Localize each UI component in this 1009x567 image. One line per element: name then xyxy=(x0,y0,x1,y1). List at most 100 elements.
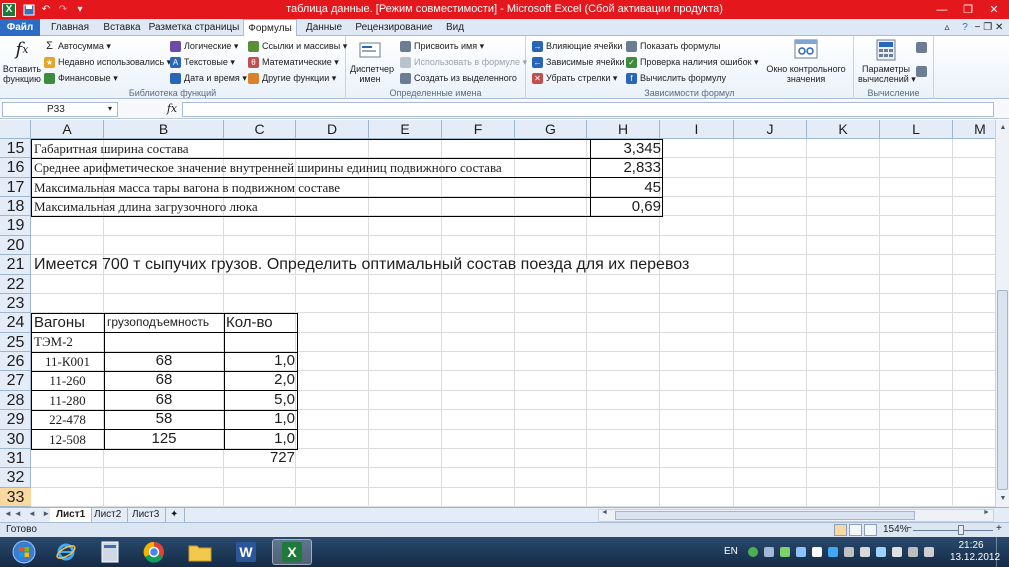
create-from-selection-button[interactable]: Создать из выделенного xyxy=(400,71,517,85)
tab-file[interactable]: Файл xyxy=(0,19,40,36)
define-name-button[interactable]: Присвоить имя ▾ xyxy=(400,39,484,53)
recent-functions-button[interactable]: ★ Недавно использовались ▾ xyxy=(44,55,171,69)
volume-icon[interactable] xyxy=(924,547,934,557)
network-icon[interactable] xyxy=(876,547,886,557)
row-header[interactable]: 21 xyxy=(0,255,31,275)
row-header[interactable]: 24 xyxy=(0,313,31,333)
column-header[interactable]: F xyxy=(442,120,515,139)
battery-icon[interactable] xyxy=(892,547,902,557)
trace-precedents-button[interactable]: → Влияющие ячейки xyxy=(532,39,622,53)
column-header[interactable]: J xyxy=(734,120,807,139)
tab-view[interactable]: Вид xyxy=(440,19,470,36)
cell-grid[interactable]: Габаритная ширина состава 3,345 Среднее … xyxy=(31,139,995,507)
financial-functions-button[interactable]: Финансовые ▾ xyxy=(44,71,118,85)
scroll-right-icon[interactable]: ► xyxy=(983,509,990,516)
page-break-view-icon[interactable] xyxy=(864,524,877,536)
close-icon[interactable]: ✕ xyxy=(981,1,1007,18)
other-functions-button[interactable]: Другие функции ▾ xyxy=(248,71,336,85)
tab-formulas[interactable]: Формулы xyxy=(243,19,297,37)
language-indicator[interactable]: EN xyxy=(724,546,738,557)
horizontal-scroll-thumb[interactable] xyxy=(615,511,915,520)
tray-app-icon[interactable] xyxy=(812,547,822,557)
row-header[interactable]: 23 xyxy=(0,294,31,313)
row-header[interactable]: 15 xyxy=(0,139,31,158)
row-header[interactable]: 16 xyxy=(0,158,31,178)
name-manager-button[interactable]: Диспетчер имен xyxy=(350,38,394,84)
row-header[interactable]: 32 xyxy=(0,468,31,488)
column-header[interactable]: B xyxy=(104,120,224,139)
maximize-icon[interactable]: ❐ xyxy=(955,1,981,18)
math-functions-button[interactable]: θ Математические ▾ xyxy=(248,55,339,69)
autosum-button[interactable]: Σ Автосумма ▾ xyxy=(44,39,111,53)
chrome-icon[interactable] xyxy=(134,539,174,565)
select-all-corner[interactable] xyxy=(0,120,31,139)
row-header[interactable]: 30 xyxy=(0,430,31,449)
insert-function-button[interactable]: fx Вставить функцию xyxy=(2,38,42,85)
text-functions-button[interactable]: A Текстовые ▾ xyxy=(170,55,235,69)
tray-app-icon[interactable] xyxy=(764,547,774,557)
sheet-tab-1[interactable]: Лист1 xyxy=(50,508,93,522)
row-header[interactable]: 27 xyxy=(0,371,31,391)
zoom-slider[interactable] xyxy=(913,530,993,531)
tray-app-icon[interactable] xyxy=(844,547,854,557)
scroll-left-icon[interactable]: ◄ xyxy=(601,509,608,516)
zoom-out-icon[interactable]: − xyxy=(906,523,912,534)
insert-sheet-icon[interactable]: ✦ xyxy=(164,508,186,522)
evaluate-formula-button[interactable]: f Вычислить формулу xyxy=(626,71,726,85)
datetime-functions-button[interactable]: Дата и время ▾ xyxy=(170,71,247,85)
watch-window-button[interactable]: Окно контрольного значения xyxy=(764,38,848,84)
remove-arrows-button[interactable]: ✕ Убрать стрелки ▾ xyxy=(532,71,617,85)
tray-app-icon[interactable] xyxy=(780,547,790,557)
insert-function-icon[interactable]: fx xyxy=(164,102,180,117)
scroll-down-icon[interactable]: ▼ xyxy=(997,492,1009,506)
row-header[interactable]: 29 xyxy=(0,410,31,430)
internet-explorer-icon[interactable] xyxy=(46,539,86,565)
file-manager-icon[interactable] xyxy=(90,539,130,565)
normal-view-icon[interactable] xyxy=(834,524,847,536)
logical-functions-button[interactable]: Логические ▾ xyxy=(170,39,238,53)
trace-dependents-button[interactable]: ← Зависимые ячейки xyxy=(532,55,625,69)
tray-app-icon[interactable] xyxy=(860,547,870,557)
row-header[interactable]: 33 xyxy=(0,488,31,507)
page-layout-view-icon[interactable] xyxy=(849,524,862,536)
row-header[interactable]: 20 xyxy=(0,236,31,255)
calc-sheet-icon[interactable] xyxy=(916,64,930,78)
zoom-slider-knob[interactable] xyxy=(958,525,964,535)
tab-insert[interactable]: Вставка xyxy=(98,19,146,36)
start-button-icon[interactable] xyxy=(4,539,44,565)
tray-app-icon[interactable] xyxy=(828,547,838,557)
vertical-scroll-thumb[interactable] xyxy=(997,290,1008,490)
workbook-controls-icon[interactable]: − ❐ ✕ xyxy=(974,19,1004,36)
row-header[interactable]: 19 xyxy=(0,216,31,236)
row-header[interactable]: 31 xyxy=(0,449,31,468)
minimize-icon[interactable]: — xyxy=(929,1,955,18)
tray-app-icon[interactable] xyxy=(796,547,806,557)
column-header[interactable]: I xyxy=(660,120,734,139)
tab-review[interactable]: Рецензирование xyxy=(352,19,436,36)
help-icon[interactable]: ? xyxy=(958,19,972,36)
zoom-in-icon[interactable]: + xyxy=(996,523,1002,534)
minimize-ribbon-icon[interactable]: ▵ xyxy=(940,19,954,36)
tab-page-layout[interactable]: Разметка страницы xyxy=(148,19,240,36)
show-desktop-button[interactable] xyxy=(996,537,1008,567)
tab-home[interactable]: Главная xyxy=(44,19,96,36)
column-header[interactable]: C xyxy=(224,120,296,139)
sheet-tab-2[interactable]: Лист2 xyxy=(88,508,129,522)
row-header[interactable]: 26 xyxy=(0,352,31,371)
show-formulas-button[interactable]: Показать формулы xyxy=(626,39,721,53)
calc-now-icon[interactable] xyxy=(916,40,930,54)
zoom-level[interactable]: 154% xyxy=(883,524,909,535)
row-header[interactable]: 25 xyxy=(0,333,31,352)
system-clock[interactable]: 21:26 13.12.2012 xyxy=(950,540,1000,564)
name-box-dropdown-icon[interactable]: ▾ xyxy=(108,104,112,113)
column-header[interactable]: G xyxy=(515,120,587,139)
row-header[interactable]: 17 xyxy=(0,178,31,197)
column-header[interactable]: A xyxy=(31,120,104,139)
row-header[interactable]: 18 xyxy=(0,197,31,216)
explorer-folder-icon[interactable] xyxy=(180,539,220,565)
column-header[interactable]: E xyxy=(369,120,442,139)
formula-input[interactable] xyxy=(182,102,994,117)
vertical-scrollbar[interactable]: ▲ ▼ xyxy=(995,120,1009,507)
scroll-up-icon[interactable]: ▲ xyxy=(997,121,1009,135)
column-header[interactable]: L xyxy=(880,120,953,139)
